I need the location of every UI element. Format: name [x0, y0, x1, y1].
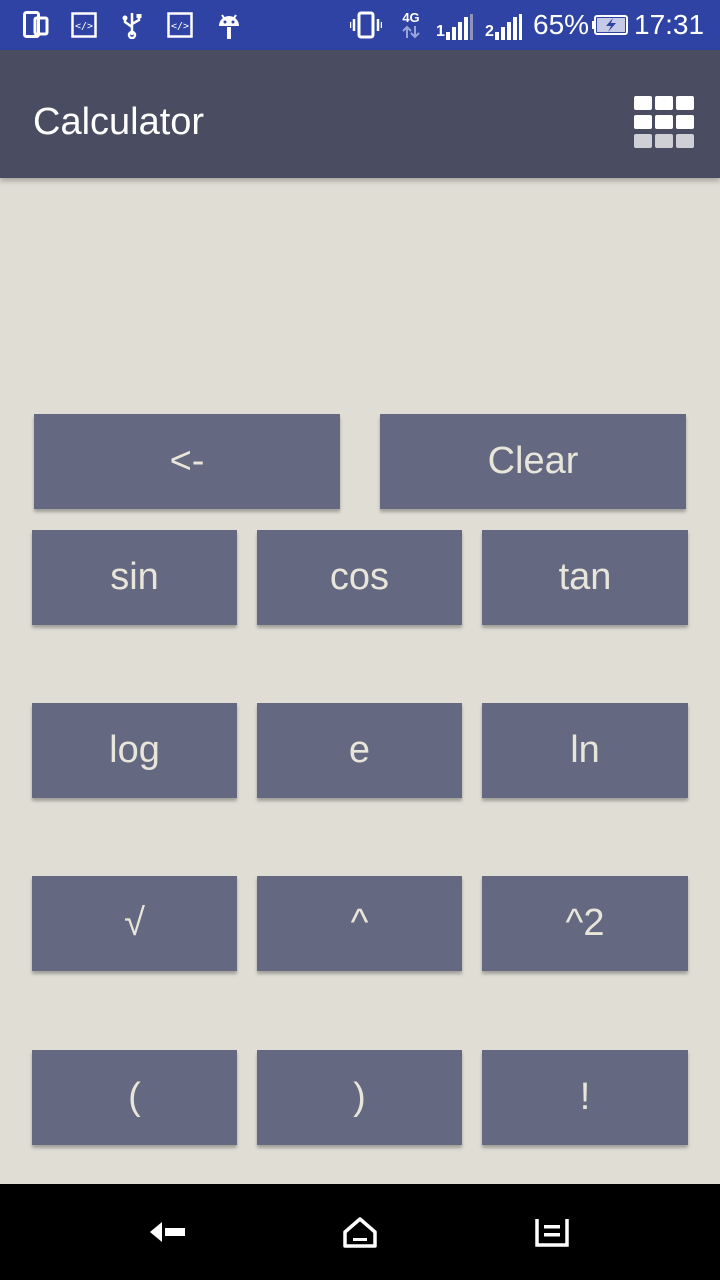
home-icon[interactable]	[328, 1200, 392, 1264]
status-bar: </> </> 4G 1 2 65% 17:31	[0, 0, 720, 50]
android-icon	[214, 10, 244, 40]
network-type-label: 4G	[402, 10, 420, 25]
power-button[interactable]: ^	[257, 876, 462, 971]
cos-button[interactable]: cos	[257, 530, 462, 625]
ln-button[interactable]: ln	[482, 703, 688, 798]
grid-menu-icon[interactable]	[634, 96, 694, 150]
code-icon: </>	[166, 10, 194, 40]
svg-text:</>: </>	[75, 21, 93, 32]
sim1-label: 1	[436, 23, 445, 40]
square-button[interactable]: ^2	[482, 876, 688, 971]
svg-text:</>: </>	[171, 21, 189, 32]
back-icon[interactable]	[136, 1200, 200, 1264]
battery-charging-icon	[591, 10, 629, 40]
backspace-button[interactable]: <-	[34, 414, 340, 509]
clear-button[interactable]: Clear	[380, 414, 686, 509]
log-button[interactable]: log	[32, 703, 237, 798]
tan-button[interactable]: tan	[482, 530, 688, 625]
network-type-indicator: 4G	[398, 10, 424, 40]
battery-percent: 65%	[533, 9, 590, 40]
e-button[interactable]: e	[257, 703, 462, 798]
close-paren-button[interactable]: )	[257, 1050, 462, 1145]
sim2-label: 2	[485, 23, 494, 40]
app-bar: Calculator	[0, 50, 720, 178]
signal-sim2-icon: 2	[484, 10, 524, 40]
data-arrows-icon	[402, 25, 420, 39]
code-icon: </>	[70, 10, 98, 40]
sqrt-button[interactable]: √	[32, 876, 237, 971]
sin-button[interactable]: sin	[32, 530, 237, 625]
factorial-button[interactable]: !	[482, 1050, 688, 1145]
recents-icon[interactable]	[520, 1200, 584, 1264]
screen-mirror-icon	[22, 10, 50, 40]
open-paren-button[interactable]: (	[32, 1050, 237, 1145]
vibrate-icon	[350, 10, 382, 40]
app-title: Calculator	[33, 101, 205, 143]
status-time: 17:31	[634, 9, 705, 40]
usb-icon	[118, 10, 146, 40]
navigation-bar	[0, 1184, 720, 1280]
expression-display	[0, 180, 720, 405]
signal-sim1-icon: 1	[435, 10, 475, 40]
